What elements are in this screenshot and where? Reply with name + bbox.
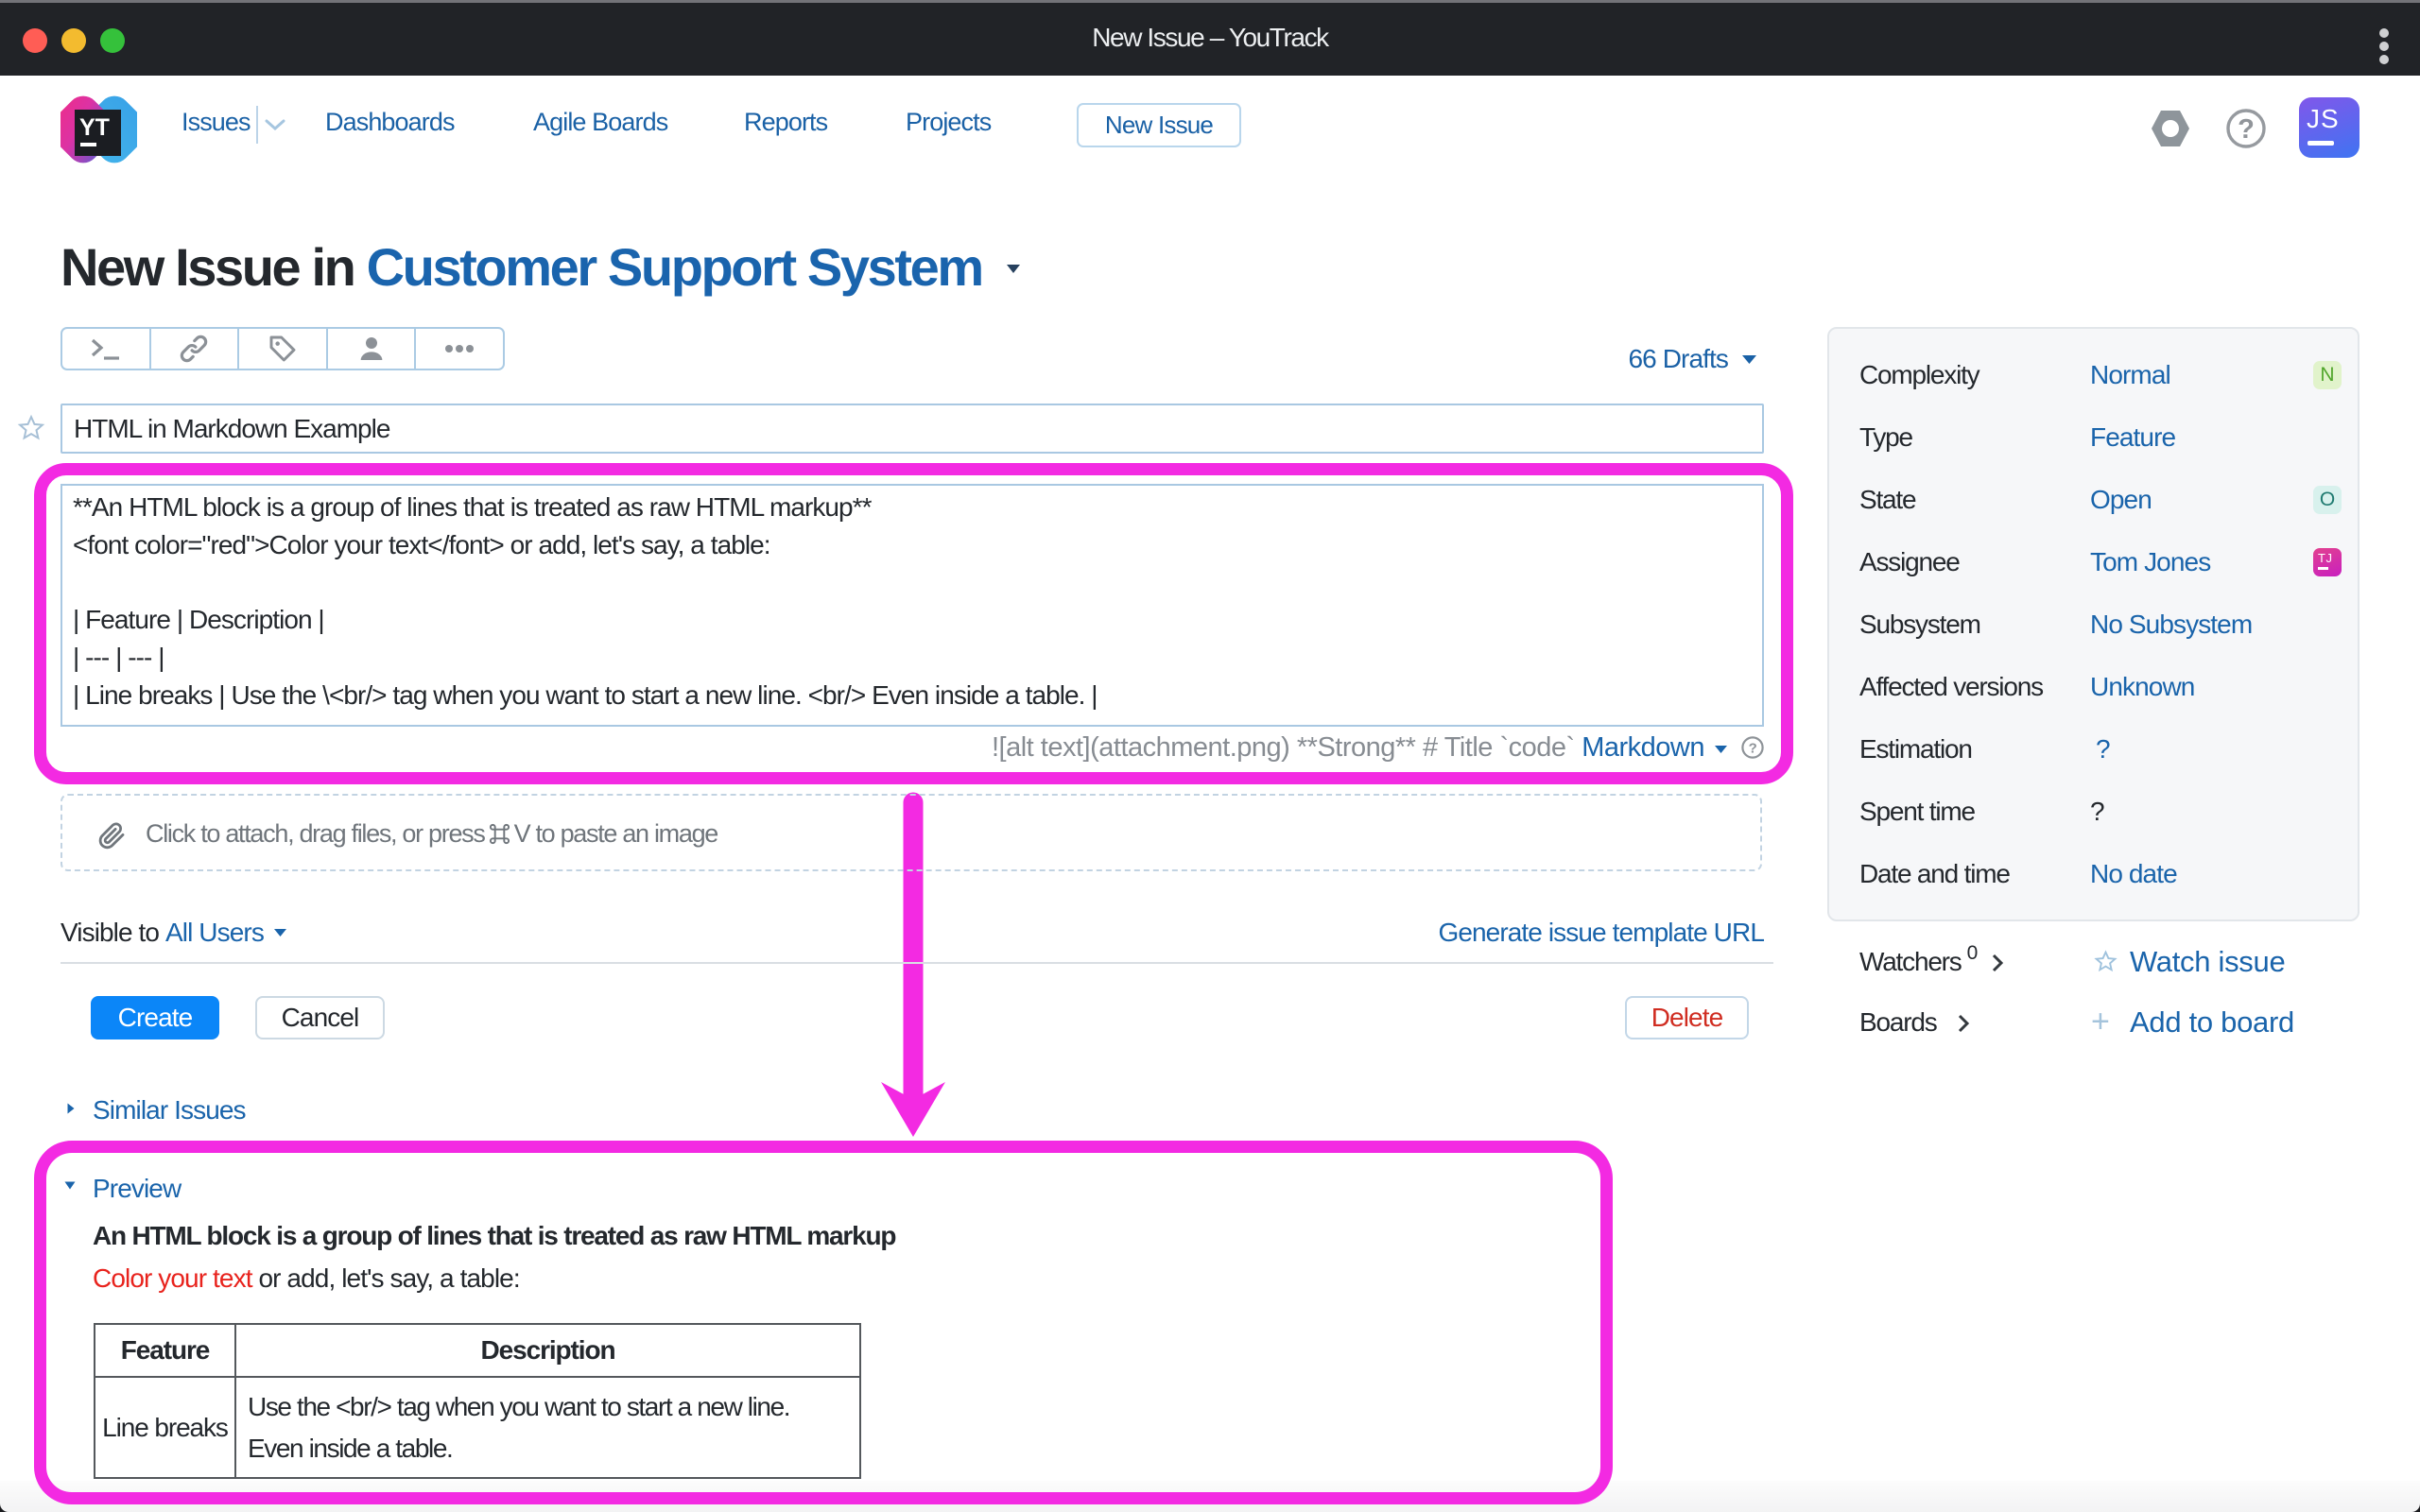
svg-text:?: ?: [1749, 741, 1757, 757]
svg-text:YT: YT: [79, 114, 110, 141]
svg-text:?: ?: [2238, 114, 2255, 145]
